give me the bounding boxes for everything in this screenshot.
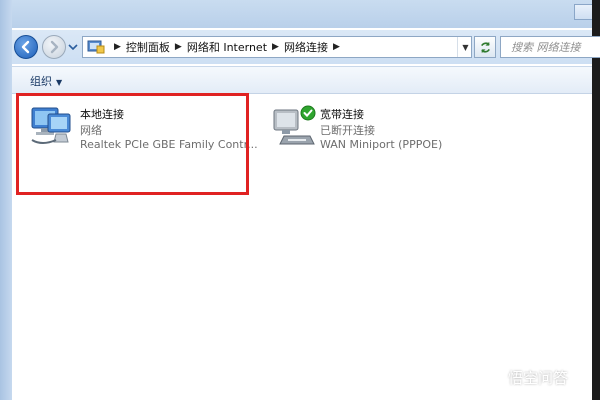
search-input[interactable]: 搜索 网络连接 [500, 36, 600, 58]
refresh-button[interactable] [474, 36, 496, 58]
connection-status: 已断开连接 [320, 124, 375, 137]
chevron-down-icon: ▼ [56, 78, 63, 87]
breadcrumb-control-panel[interactable]: 控制面板 [126, 39, 170, 55]
connection-device: Realtek PCIe GBE Family Contr... [80, 138, 258, 151]
window-right-edge [592, 0, 600, 400]
back-button[interactable] [14, 35, 38, 59]
connection-name: 宽带连接 [320, 108, 364, 121]
arrow-right-icon [50, 40, 59, 54]
navigation-bar: ▶ 控制面板 ▶ 网络和 Internet ▶ 网络连接 ▶ ▼ 搜索 网络连接 [12, 30, 600, 64]
network-computer-icon [31, 107, 71, 144]
connection-status: 网络 [80, 124, 102, 137]
window-left-frame [0, 0, 12, 400]
connection-device: WAN Miniport (PPPOE) [320, 138, 443, 151]
command-bar: 组织 ▼ [12, 66, 592, 94]
window-title-bar [0, 0, 600, 28]
connection-item-local[interactable]: 本地连接 网络 Realtek PCIe GBE Family Contr... [26, 104, 258, 164]
forward-button[interactable] [42, 35, 66, 59]
watermark: 悟空问答 [478, 366, 568, 388]
organize-label: 组织 [30, 75, 52, 88]
breadcrumb-separator: ▶ [174, 42, 182, 52]
address-history-dropdown[interactable]: ▼ [457, 37, 473, 57]
control-panel-icon [87, 40, 105, 54]
refresh-icon [480, 41, 490, 53]
breadcrumb-separator: ▶ [272, 42, 279, 52]
breadcrumb-network-and-internet[interactable]: 网络和 Internet [187, 39, 267, 55]
connection-item-broadband[interactable]: 宽带连接 已断开连接 WAN Miniport (PPPOE) [270, 104, 510, 164]
connections-pane: 本地连接 网络 Realtek PCIe GBE Family Contr...… [12, 94, 592, 400]
connection-name: 本地连接 [80, 108, 124, 121]
address-bar[interactable]: ▶ 控制面板 ▶ 网络和 Internet ▶ 网络连接 ▶ ▼ [82, 36, 472, 58]
breadcrumb-network-connections[interactable]: 网络连接 [284, 39, 328, 55]
breadcrumb-separator: ▶ [332, 42, 340, 52]
arrow-left-icon [21, 40, 30, 54]
watermark-text: 悟空问答 [508, 368, 569, 387]
breadcrumb-separator: ▶ [114, 42, 121, 52]
recent-pages-chevron-icon[interactable] [68, 43, 78, 51]
broadband-modem-icon [273, 105, 316, 145]
organize-menu-button[interactable]: 组织 ▼ [30, 73, 62, 89]
window-close-button[interactable] [574, 4, 592, 20]
speech-bubble-logo-icon [479, 367, 503, 387]
